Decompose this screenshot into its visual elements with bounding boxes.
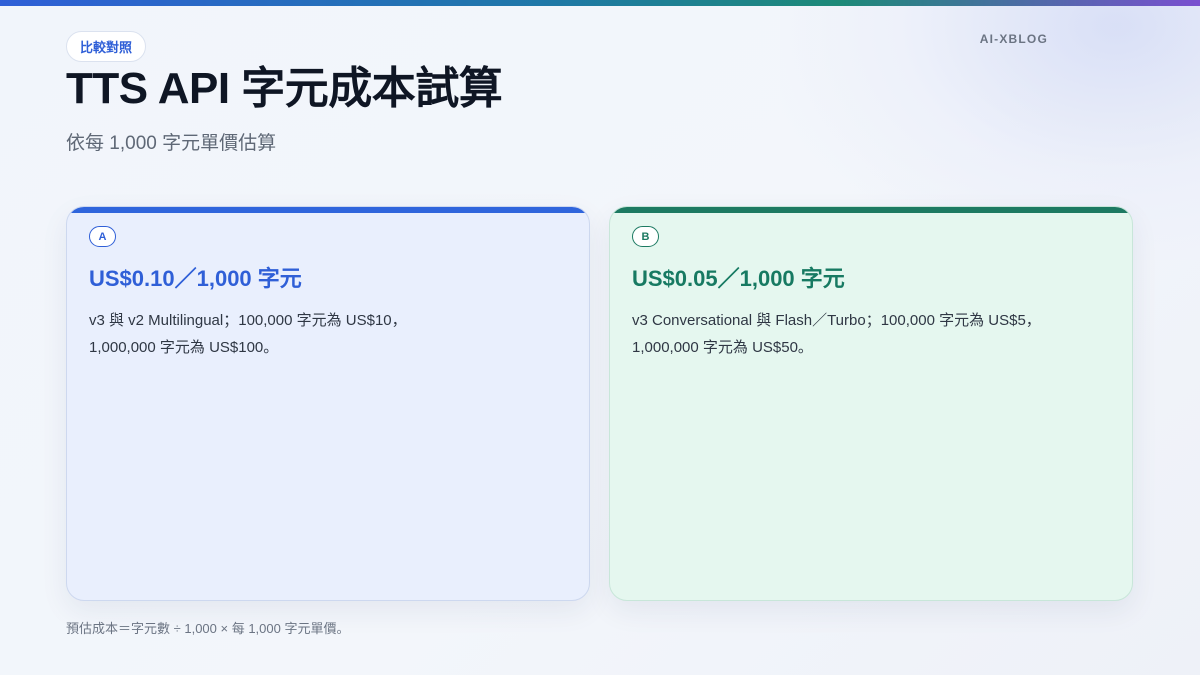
top-accent-bar bbox=[0, 0, 1200, 6]
page-title: TTS API 字元成本試算 bbox=[66, 64, 503, 113]
pricing-card-a: A US$0.10／1,000 字元 v3 與 v2 Multilingual；… bbox=[66, 206, 590, 601]
card-description: v3 Conversational 與 Flash／Turbo；100,000 … bbox=[632, 312, 1041, 356]
card-description: v3 與 v2 Multilingual；100,000 字元為 US$10，1… bbox=[89, 312, 407, 356]
card-letter-badge: B bbox=[632, 226, 659, 247]
card-letter-badge: A bbox=[89, 226, 116, 247]
card-price: US$0.05／1,000 字元 bbox=[632, 266, 845, 291]
card-accent-bar bbox=[67, 207, 589, 213]
card-accent-bar bbox=[610, 207, 1132, 213]
cost-formula-footnote: 預估成本＝字元數 ÷ 1,000 × 每 1,000 字元單價。 bbox=[66, 621, 350, 636]
brand-label: AI-XBLOG bbox=[979, 32, 1048, 46]
card-price: US$0.10／1,000 字元 bbox=[89, 266, 302, 291]
pricing-card-b: B US$0.05／1,000 字元 v3 Conversational 與 F… bbox=[609, 206, 1133, 601]
page-subtitle: 依每 1,000 字元單價估算 bbox=[66, 133, 277, 154]
